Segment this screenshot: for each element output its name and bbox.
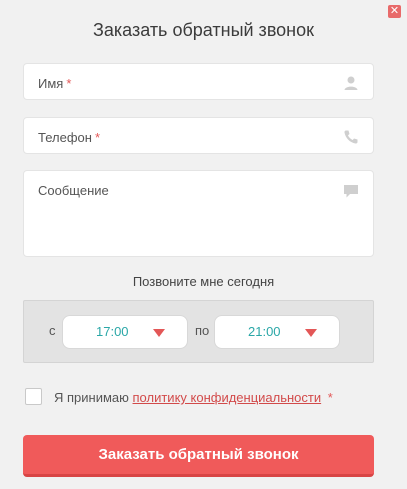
to-time-value: 21:00 bbox=[248, 324, 281, 339]
phone-field[interactable]: Телефон * bbox=[23, 117, 374, 154]
name-field[interactable]: Имя * bbox=[23, 63, 374, 100]
call-time-label: Позвоните мне сегодня bbox=[132, 274, 275, 289]
user-icon bbox=[343, 75, 359, 91]
to-label: по bbox=[195, 323, 210, 338]
required-mark: * bbox=[66, 76, 72, 91]
submit-button[interactable]: Заказать обратный звонок bbox=[23, 435, 374, 477]
consent-text: Я принимаю политику конфиденциальности * bbox=[54, 390, 333, 405]
chat-icon bbox=[343, 183, 359, 199]
phone-icon bbox=[343, 129, 359, 145]
name-label: Имя * bbox=[38, 76, 72, 91]
consent-checkbox[interactable] bbox=[25, 388, 42, 405]
privacy-policy-link[interactable]: политику конфиденциальности bbox=[133, 390, 322, 405]
to-time-select[interactable]: 21:00 bbox=[214, 315, 340, 349]
from-time-value: 17:00 bbox=[96, 324, 129, 339]
form-title: Заказать обратный звонок bbox=[92, 20, 315, 40]
required-mark: * bbox=[327, 390, 333, 405]
close-button[interactable]: ✕ bbox=[388, 5, 401, 18]
dropdown-arrow-icon bbox=[305, 329, 317, 337]
phone-label: Телефон * bbox=[38, 130, 100, 145]
message-field[interactable]: Сообщение bbox=[23, 170, 374, 257]
dropdown-arrow-icon bbox=[153, 329, 165, 337]
required-mark: * bbox=[94, 130, 100, 145]
call-time-range: с 17:00 по 21:00 bbox=[23, 300, 374, 363]
message-label: Сообщение bbox=[38, 183, 109, 198]
from-time-select[interactable]: 17:00 bbox=[62, 315, 188, 349]
from-label: с bbox=[49, 323, 56, 338]
